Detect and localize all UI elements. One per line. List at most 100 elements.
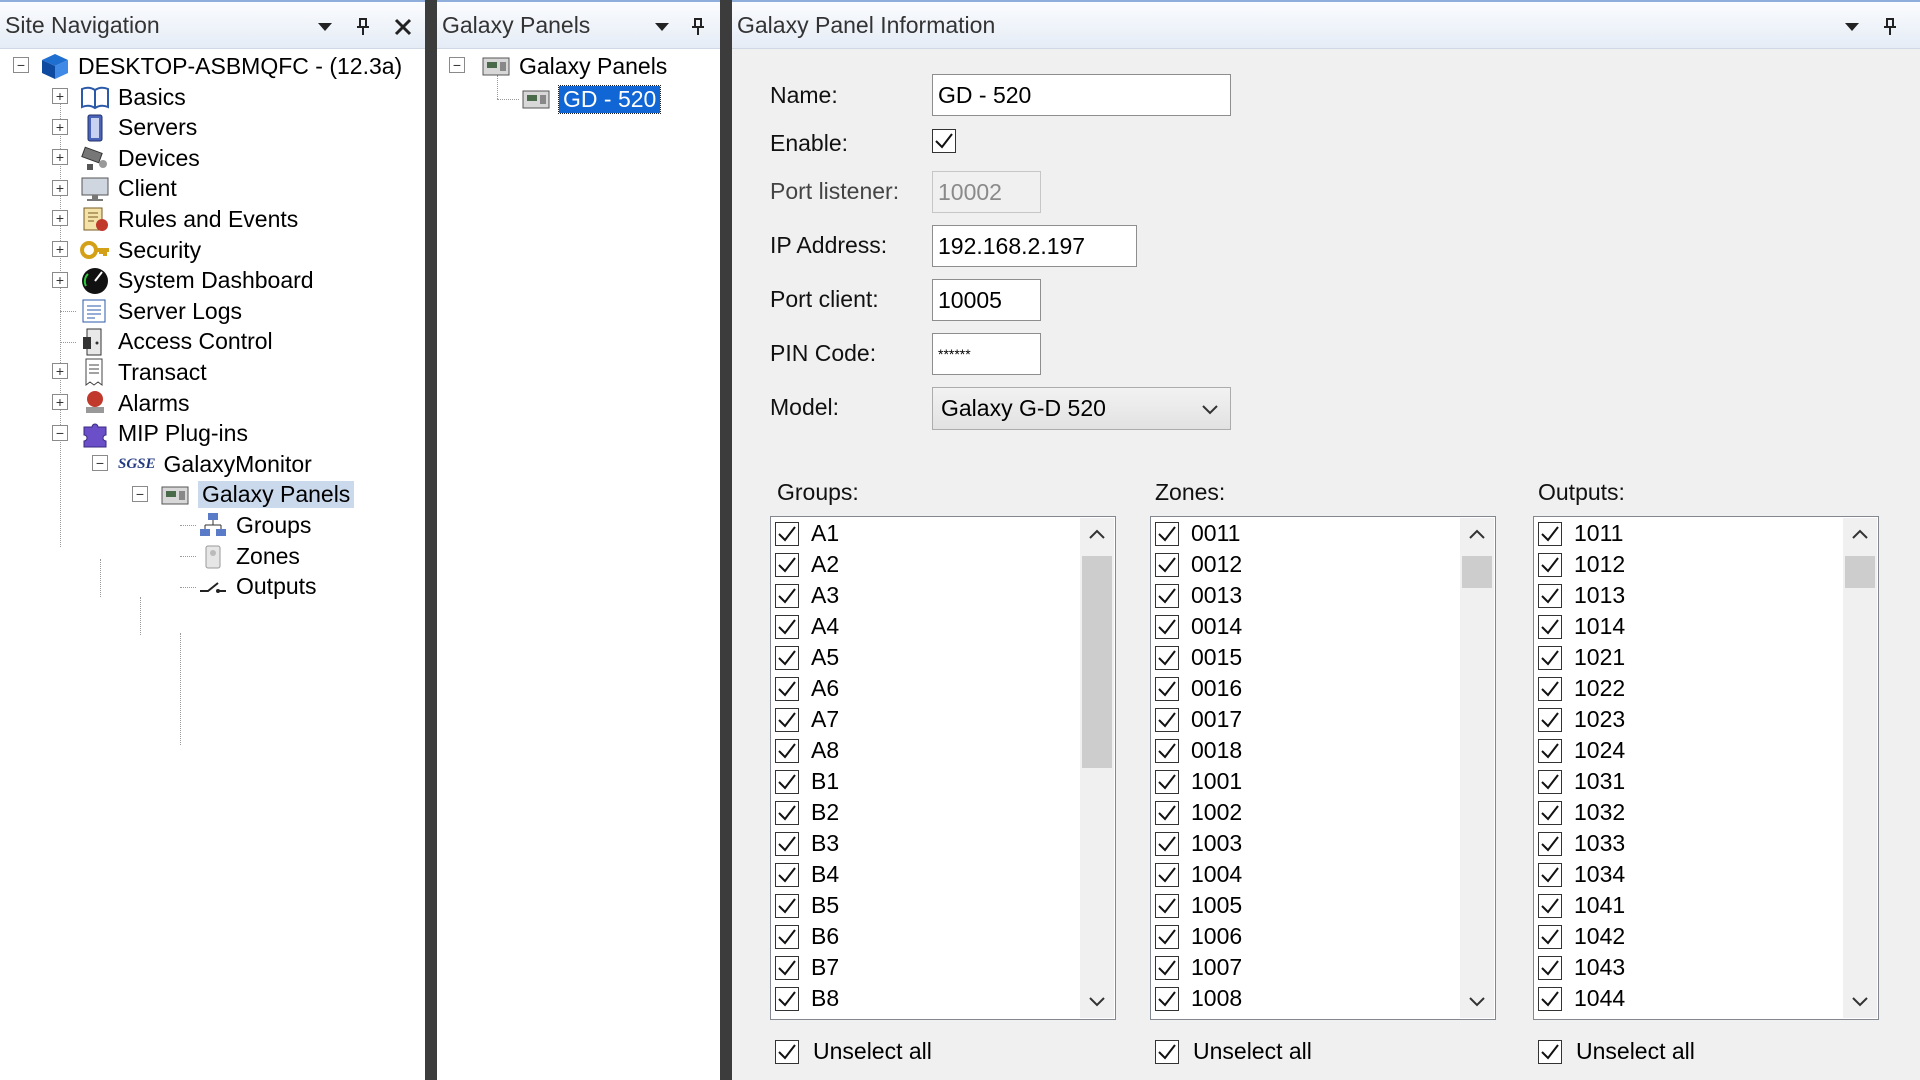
sidebar-item-servers[interactable]: Servers	[78, 111, 197, 145]
groups-unselect-all-checkbox[interactable]	[775, 1039, 799, 1064]
sidebar-item-devices[interactable]: Devices	[78, 141, 200, 175]
sidebar-item-mip-plug-ins[interactable]: MIP Plug-ins	[78, 417, 248, 451]
outputs-list-item[interactable]: 1012	[1538, 549, 1625, 580]
zones-list-item[interactable]: 0012	[1155, 549, 1242, 580]
list-item-checkbox[interactable]	[1155, 738, 1179, 763]
list-item-checkbox[interactable]	[775, 614, 799, 639]
list-item-checkbox[interactable]	[1538, 800, 1562, 825]
name-input[interactable]	[932, 74, 1231, 116]
sidebar-item-zones[interactable]: Zones	[196, 539, 300, 573]
outputs-list-item[interactable]: 1032	[1538, 797, 1625, 828]
list-item-checkbox[interactable]	[1155, 831, 1179, 856]
zones-list-item[interactable]: 1004	[1155, 859, 1242, 890]
tree-expand-toggle[interactable]: +	[52, 394, 68, 410]
list-item-checkbox[interactable]	[1155, 893, 1179, 918]
groups-unselect-all[interactable]: Unselect all	[775, 1038, 932, 1065]
list-item-checkbox[interactable]	[1155, 769, 1179, 794]
tree-expand-toggle[interactable]: +	[52, 363, 68, 380]
list-item-checkbox[interactable]	[1538, 676, 1562, 701]
list-item-checkbox[interactable]	[1155, 924, 1179, 949]
outputs-unselect-all-checkbox[interactable]	[1538, 1039, 1562, 1064]
tree-expand-toggle[interactable]: +	[52, 179, 68, 196]
list-item-checkbox[interactable]	[775, 986, 799, 1011]
tree-root-server[interactable]: DESKTOP-ASBMQFC - (12.3a)	[38, 49, 402, 83]
zones-list-item[interactable]: 1008	[1155, 983, 1242, 1014]
groups-list-item[interactable]: B3	[775, 828, 839, 859]
dropdown-icon[interactable]	[312, 14, 338, 40]
groups-scrollbar[interactable]	[1080, 518, 1114, 1018]
list-item-checkbox[interactable]	[775, 831, 799, 856]
list-item-checkbox[interactable]	[775, 645, 799, 670]
pin-icon[interactable]	[350, 14, 376, 40]
sidebar-item-access-control[interactable]: Access Control	[78, 325, 273, 359]
list-item-checkbox[interactable]	[1538, 645, 1562, 670]
list-item-checkbox[interactable]	[1155, 521, 1179, 546]
list-item-checkbox[interactable]	[775, 738, 799, 763]
zones-list-item[interactable]: 0018	[1155, 735, 1242, 766]
outputs-list-item[interactable]: 1044	[1538, 983, 1625, 1014]
tree-collapse-toggle[interactable]: −	[132, 485, 148, 502]
outputs-list-item[interactable]: 1013	[1538, 580, 1625, 611]
outputs-listbox[interactable]: 1011 1012 1013 1014 1021 1022 1023 1024 1031 1032…	[1533, 516, 1879, 1020]
tree-collapse-toggle[interactable]: −	[13, 57, 29, 73]
list-item-checkbox[interactable]	[1155, 552, 1179, 577]
scroll-thumb[interactable]	[1082, 556, 1112, 768]
scroll-up-icon[interactable]	[1460, 518, 1494, 550]
list-item-checkbox[interactable]	[1538, 707, 1562, 732]
zones-unselect-all-checkbox[interactable]	[1155, 1039, 1179, 1064]
ip-address-input[interactable]	[932, 225, 1137, 267]
zones-list-item[interactable]: 1003	[1155, 828, 1242, 859]
zones-list-item[interactable]: 0014	[1155, 611, 1242, 642]
tree-expand-toggle[interactable]: +	[52, 241, 68, 257]
outputs-list-item[interactable]: 1033	[1538, 828, 1625, 859]
close-icon[interactable]	[390, 14, 416, 40]
scroll-up-icon[interactable]	[1080, 518, 1114, 550]
pin-code-input[interactable]	[932, 333, 1041, 375]
list-item-checkbox[interactable]	[1538, 552, 1562, 577]
zones-list-item[interactable]: 1005	[1155, 890, 1242, 921]
dropdown-icon[interactable]	[1839, 14, 1865, 40]
zones-list-item[interactable]: 0015	[1155, 642, 1242, 673]
list-item-checkbox[interactable]	[1155, 645, 1179, 670]
tree-expand-toggle[interactable]: +	[52, 149, 68, 166]
tree-collapse-toggle[interactable]: −	[92, 455, 108, 472]
groups-list-item[interactable]: B1	[775, 766, 839, 797]
outputs-list-item[interactable]: 1014	[1538, 611, 1625, 642]
groups-list-item[interactable]: A7	[775, 704, 839, 735]
sidebar-item-outputs[interactable]: Outputs	[196, 570, 317, 604]
groups-list-item[interactable]: A8	[775, 735, 839, 766]
list-item-checkbox[interactable]	[775, 521, 799, 546]
sidebar-item-server-logs[interactable]: Server Logs	[78, 294, 242, 328]
scroll-down-icon[interactable]	[1080, 986, 1114, 1018]
list-item-checkbox[interactable]	[775, 924, 799, 949]
groups-list-item[interactable]: B4	[775, 859, 839, 890]
list-item-checkbox[interactable]	[1538, 769, 1562, 794]
list-item-checkbox[interactable]	[1538, 614, 1562, 639]
outputs-scrollbar[interactable]	[1843, 518, 1877, 1018]
outputs-list-item[interactable]: 1041	[1538, 890, 1625, 921]
list-item-checkbox[interactable]	[1538, 583, 1562, 608]
tree-expand-toggle[interactable]: −	[52, 424, 68, 441]
list-item-checkbox[interactable]	[1538, 986, 1562, 1011]
pin-icon[interactable]	[685, 14, 711, 40]
list-item-checkbox[interactable]	[1155, 862, 1179, 887]
zones-list-item[interactable]: 1001	[1155, 766, 1242, 797]
outputs-list-item[interactable]: 1034	[1538, 859, 1625, 890]
model-select[interactable]: Galaxy G-D 520	[932, 387, 1231, 430]
groups-list-item[interactable]: B2	[775, 797, 839, 828]
port-client-input[interactable]	[932, 279, 1041, 321]
tree-expand-toggle[interactable]: +	[52, 88, 68, 104]
groups-list-item[interactable]: A4	[775, 611, 839, 642]
zones-list-item[interactable]: 1007	[1155, 952, 1242, 983]
scroll-down-icon[interactable]	[1843, 986, 1877, 1018]
groups-list-item[interactable]: B6	[775, 921, 839, 952]
zones-list-item[interactable]: 1006	[1155, 921, 1242, 952]
left-splitter[interactable]	[425, 0, 437, 1080]
list-item-checkbox[interactable]	[1155, 676, 1179, 701]
dropdown-icon[interactable]	[649, 14, 675, 40]
list-item-checkbox[interactable]	[775, 862, 799, 887]
outputs-list-item[interactable]: 1011	[1538, 518, 1623, 549]
zones-list-item[interactable]: 0011	[1155, 518, 1240, 549]
middle-splitter[interactable]	[720, 0, 732, 1080]
scroll-up-icon[interactable]	[1843, 518, 1877, 550]
